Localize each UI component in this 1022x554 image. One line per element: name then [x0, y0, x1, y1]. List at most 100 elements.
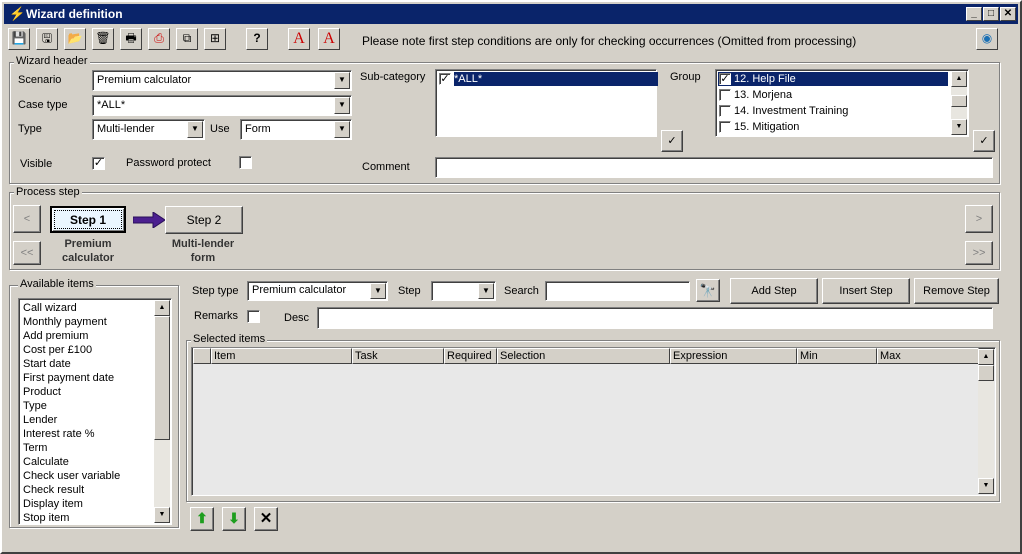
minimize-button[interactable]: _ — [966, 7, 982, 21]
move-up-icon[interactable]: ⬆ — [190, 507, 214, 531]
password-protect-checkbox[interactable] — [239, 156, 252, 169]
group-pick-button[interactable]: ✓ — [973, 130, 995, 152]
list-item[interactable]: Type — [21, 399, 171, 413]
chevron-down-icon[interactable]: ▼ — [478, 283, 494, 299]
list-item[interactable]: ✓ 12. Help File — [718, 72, 948, 86]
chevron-down-icon[interactable]: ▼ — [187, 121, 203, 138]
open-folder-icon[interactable]: 📂 — [64, 28, 86, 50]
step-2-caption-line1: Multi-lender — [171, 238, 235, 250]
scroll-up-icon[interactable]: ▲ — [154, 300, 170, 316]
subcategory-checkbox[interactable]: ✓ — [439, 73, 451, 85]
remarks-checkbox[interactable] — [247, 310, 260, 323]
case-type-select[interactable]: *ALL* ▼ — [92, 95, 352, 116]
desc-input[interactable] — [317, 307, 993, 329]
column-header-item[interactable]: Item — [211, 348, 352, 364]
search-input[interactable] — [545, 281, 690, 301]
delete-icon[interactable]: 🗑 — [92, 28, 114, 50]
list-item[interactable]: Stop item — [21, 511, 171, 524]
step-type-select[interactable]: Premium calculator ▼ — [247, 281, 388, 301]
move-down-icon[interactable]: ⬇ — [222, 507, 246, 531]
font-increase-icon[interactable]: A — [288, 28, 310, 50]
delete-item-icon[interactable]: ✕ — [254, 507, 278, 531]
column-header-min[interactable]: Min — [797, 348, 877, 364]
group-scrollbar[interactable]: ▲ ▼ — [951, 71, 967, 135]
chevron-down-icon[interactable]: ▼ — [370, 283, 386, 299]
use-label: Use — [210, 123, 230, 135]
step-2-button[interactable]: Step 2 — [165, 206, 243, 234]
arrange-icon[interactable]: ⊞ — [204, 28, 226, 50]
list-item[interactable]: Start date — [21, 357, 171, 371]
column-header-task[interactable]: Task — [352, 348, 444, 364]
scroll-thumb[interactable] — [154, 316, 170, 440]
add-step-button[interactable]: Add Step — [730, 278, 818, 304]
list-item[interactable]: Interest rate % — [21, 427, 171, 441]
scroll-up-icon[interactable]: ▲ — [978, 349, 994, 365]
subcategory-pick-button[interactable]: ✓ — [661, 130, 683, 152]
font-decrease-icon[interactable]: A — [318, 28, 340, 50]
subcategory-list[interactable]: ✓ *ALL* — [435, 69, 658, 137]
list-item[interactable]: Call wizard — [21, 301, 171, 315]
print-icon[interactable]: 🖶 — [120, 28, 142, 50]
column-header-max[interactable]: Max — [877, 348, 979, 364]
scroll-up-icon[interactable]: ▲ — [951, 71, 967, 87]
list-item[interactable]: First payment date — [21, 371, 171, 385]
scroll-down-icon[interactable]: ▼ — [951, 119, 967, 135]
list-item[interactable]: 13. Morjena — [718, 88, 966, 102]
chevron-down-icon[interactable]: ▼ — [334, 72, 350, 89]
column-header-required[interactable]: Required — [444, 348, 497, 364]
list-item[interactable]: Lender — [21, 413, 171, 427]
use-select[interactable]: Form ▼ — [240, 119, 352, 140]
group-checkbox[interactable] — [719, 105, 731, 117]
group-checkbox[interactable] — [719, 89, 731, 101]
next-step-button[interactable]: > — [965, 205, 993, 233]
selected-scrollbar[interactable]: ▲ ▼ — [978, 349, 994, 494]
column-header-expression[interactable]: Expression — [670, 348, 797, 364]
step-select[interactable]: ▼ — [431, 281, 496, 301]
prev-step-button[interactable]: < — [13, 205, 41, 233]
selected-items-grid[interactable]: Item Task Required Selection Expression … — [191, 347, 996, 496]
type-select[interactable]: Multi-lender ▼ — [92, 119, 205, 140]
column-header-selection[interactable]: Selection — [497, 348, 670, 364]
list-item[interactable]: Check result — [21, 483, 171, 497]
list-item[interactable]: 14. Investment Training — [718, 104, 966, 118]
save-icon[interactable]: 💾 — [8, 28, 30, 50]
remove-step-button[interactable]: Remove Step — [914, 278, 999, 304]
list-item[interactable]: ✓ *ALL* — [438, 72, 658, 86]
globe-icon[interactable]: ◉ — [976, 28, 998, 50]
save-as-icon[interactable]: 🖫 — [36, 28, 58, 50]
scroll-down-icon[interactable]: ▼ — [978, 478, 994, 494]
title-bar[interactable]: ⚡ Wizard definition _ □ ✕ — [4, 4, 1018, 24]
first-step-button[interactable]: << — [13, 241, 41, 265]
scroll-down-icon[interactable]: ▼ — [154, 507, 170, 523]
scroll-thumb[interactable] — [951, 95, 967, 107]
maximize-button[interactable]: □ — [983, 7, 999, 21]
last-step-button[interactable]: >> — [965, 241, 993, 265]
group-list[interactable]: ✓ 12. Help File 13. Morjena 14. Investme… — [715, 69, 969, 137]
search-binoculars-icon[interactable]: 🔭 — [696, 279, 720, 302]
group-checkbox[interactable]: ✓ — [719, 73, 731, 85]
copy-icon[interactable]: ⧉ — [176, 28, 198, 50]
list-item[interactable]: Add premium — [21, 329, 171, 343]
comment-input[interactable] — [435, 157, 993, 178]
list-item[interactable]: Cost per £100 — [21, 343, 171, 357]
chevron-down-icon[interactable]: ▼ — [334, 121, 350, 138]
scenario-select[interactable]: Premium calculator ▼ — [92, 70, 352, 91]
list-item[interactable]: Product — [21, 385, 171, 399]
chevron-down-icon[interactable]: ▼ — [334, 97, 350, 114]
scroll-thumb[interactable] — [978, 365, 994, 381]
list-item[interactable]: Calculate — [21, 455, 171, 469]
step-1-button[interactable]: Step 1 — [50, 206, 126, 233]
list-item[interactable]: Term — [21, 441, 171, 455]
visible-checkbox[interactable]: ✓ — [92, 157, 105, 170]
help-icon[interactable]: ? — [246, 28, 268, 50]
list-item[interactable]: Check user variable — [21, 469, 171, 483]
insert-step-button[interactable]: Insert Step — [822, 278, 910, 304]
available-scrollbar[interactable]: ▲ ▼ — [154, 300, 170, 523]
available-items-list[interactable]: Call wizard Monthly payment Add premium Cos… — [18, 298, 172, 525]
pdf-icon[interactable]: ⎙ — [148, 28, 170, 50]
list-item[interactable]: Display item — [21, 497, 171, 511]
group-checkbox[interactable] — [719, 121, 731, 133]
list-item[interactable]: Monthly payment — [21, 315, 171, 329]
list-item[interactable]: 15. Mitigation — [718, 120, 966, 134]
close-button[interactable]: ✕ — [1000, 7, 1016, 21]
